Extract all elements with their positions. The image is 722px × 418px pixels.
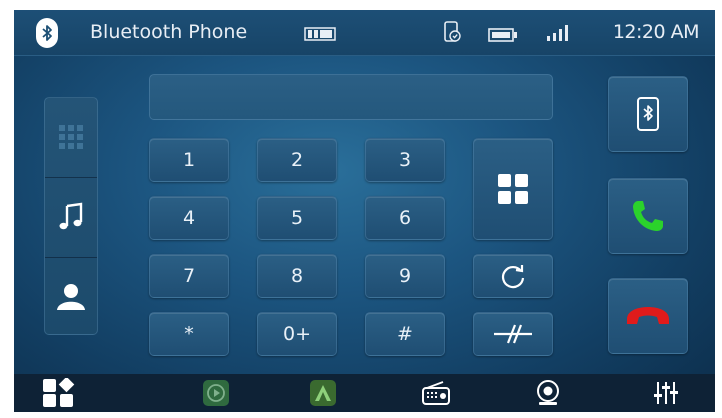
equalizer-icon <box>654 382 678 404</box>
android-auto-button[interactable] <box>301 374 345 412</box>
clear-icon <box>494 324 532 344</box>
key-2[interactable]: 2 <box>257 138 337 182</box>
key-hash[interactable]: # <box>365 312 445 356</box>
signal-icon <box>546 24 572 46</box>
page-title: Bluetooth Phone <box>90 21 248 43</box>
left-nav <box>44 97 98 335</box>
radio-button[interactable] <box>414 374 458 412</box>
key-4[interactable]: 4 <box>149 196 229 240</box>
key-0-plus[interactable]: 0+ <box>257 312 337 356</box>
battery-icon <box>488 27 518 46</box>
android-auto-icon <box>310 380 336 406</box>
apps-grid-icon <box>498 174 528 204</box>
clock: 12:20 AM <box>612 21 700 43</box>
redial-button[interactable] <box>473 254 553 298</box>
key-star[interactable]: * <box>149 312 229 356</box>
phone-screen: Bluetooth Phone 12:20 AM 1 2 3 4 5 6 7 8… <box>14 10 715 412</box>
keypad-icon <box>59 125 83 149</box>
home-apps-icon <box>43 378 75 407</box>
call-button[interactable] <box>608 178 688 254</box>
contacts-icon <box>57 284 85 310</box>
apps-grid-button[interactable] <box>473 138 553 240</box>
call-icon <box>633 201 663 231</box>
hang-up-button[interactable] <box>608 278 688 354</box>
bluetooth-icon <box>36 18 58 48</box>
redial-icon <box>501 265 525 289</box>
music-tab[interactable] <box>45 178 97 256</box>
key-8[interactable]: 8 <box>257 254 337 298</box>
key-1[interactable]: 1 <box>149 138 229 182</box>
status-bar: Bluetooth Phone 12:20 AM <box>14 10 715 56</box>
key-3[interactable]: 3 <box>365 138 445 182</box>
key-7[interactable]: 7 <box>149 254 229 298</box>
key-5[interactable]: 5 <box>257 196 337 240</box>
hang-up-icon <box>627 307 669 324</box>
carplay-icon <box>203 380 229 406</box>
bottom-bar <box>14 374 715 412</box>
key-9[interactable]: 9 <box>365 254 445 298</box>
radio-icon <box>422 381 450 405</box>
phone-bluetooth-icon <box>637 97 659 131</box>
carplay-button[interactable] <box>194 374 238 412</box>
camera-icon <box>537 380 559 405</box>
equalizer-button[interactable] <box>644 374 688 412</box>
contacts-tab[interactable] <box>45 258 97 336</box>
clear-button[interactable] <box>473 312 553 356</box>
camera-button[interactable] <box>526 374 570 412</box>
key-6[interactable]: 6 <box>365 196 445 240</box>
battery-pack-icon <box>304 26 338 45</box>
phone-sync-icon <box>442 20 462 48</box>
home-apps-button[interactable] <box>34 374 84 412</box>
music-note-icon <box>59 202 83 230</box>
number-display[interactable] <box>149 74 553 120</box>
keypad-tab[interactable] <box>45 98 97 176</box>
bluetooth-device-button[interactable] <box>608 76 688 152</box>
